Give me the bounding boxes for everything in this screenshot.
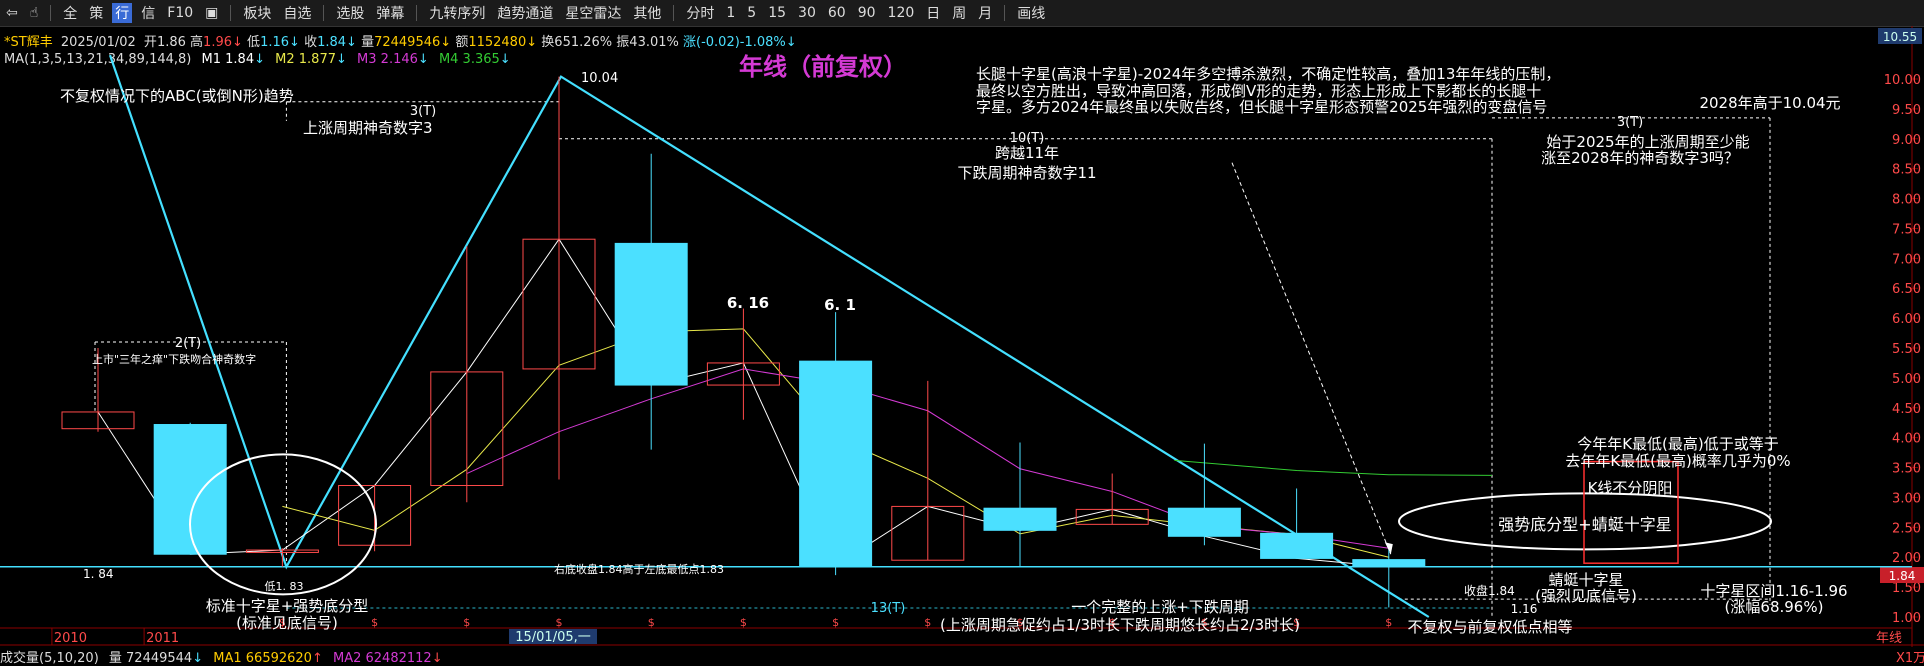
note-right-bottom: 右底收盘1.84高于左底最低点1.83 [554, 562, 724, 576]
x-axis-dollar-mark: $ [1385, 616, 1392, 629]
y-tick-label: 8.50 [1892, 163, 1921, 178]
candle-body [799, 360, 873, 567]
note-1-16: 1.16 [1511, 602, 1538, 616]
volume-indicator-line: 成交量(5,10,20) 量 72449544↓ MA1 66592620↑ M… [0, 651, 443, 666]
note-cross-star-1: 标准十字星+强势底分型 [206, 597, 369, 615]
note-6-1: 6. 1 [824, 296, 856, 314]
y-tick-label: 9.50 [1892, 103, 1921, 118]
note-abc-trend: 不复权情况下的ABC(或倒N形)趋势 [60, 87, 294, 105]
volume-indicator-label[interactable]: 成交量(5,10,20) [0, 651, 99, 666]
current-price-label: 1.84 [1889, 569, 1916, 583]
volume-indicator-ma2: MA2 62482112 [333, 651, 432, 666]
y-tick-label: 1.50 [1892, 581, 1921, 596]
note-down-cycle-11: 下跌周期神奇数字11 [957, 164, 1096, 182]
note-three-year: 上市"三年之痒"下跌吻合神奇数字 [92, 352, 256, 366]
x-axis-dollar-mark: $ [371, 616, 378, 629]
x-axis-label: 2011 [146, 631, 179, 646]
note-2028: 2028年高于10.04元 [1699, 94, 1840, 112]
note-cross-star-2: (标准见底信号) [236, 614, 338, 632]
volume-indicator-ma1: MA1 66592620 [213, 651, 312, 666]
y-tick-label: 7.50 [1892, 222, 1921, 237]
y-tick-label: 2.00 [1892, 551, 1921, 566]
note-long-leg-1: 长腿十字星(高浪十字星)-2024年多空搏杀激烈，不确定性较高，叠加13年年线的… [976, 65, 1560, 83]
y-top-label: 10.55 [1883, 30, 1917, 44]
y-tick-label: 4.50 [1892, 402, 1921, 417]
note-high-1004: 10.04 [581, 71, 618, 86]
note-2t: 2(T) [175, 336, 201, 351]
note-prob-1: 今年年K最低(最高)低于或等于 [1577, 435, 1779, 453]
candle-body [614, 242, 688, 386]
note-span-11: 跨越11年 [995, 144, 1059, 162]
volume-indicator-vol: 量 72449544 [108, 651, 193, 666]
note-13t: 13(T) [871, 601, 906, 616]
ma-line-M4 [1174, 459, 1493, 476]
y-tick-label: 3.50 [1892, 462, 1921, 477]
note-dragonfly-2: (强烈见底信号) [1535, 587, 1637, 605]
note-1-84: 1. 84 [83, 567, 114, 581]
note-3t-b: 3(T) [1617, 115, 1643, 130]
candle-body [1260, 532, 1334, 559]
x-axis-dollar-mark: $ [556, 616, 563, 629]
candle-body [1167, 507, 1241, 537]
note-full-cycle-1: 一个完整的上涨+下跌周期 [1071, 598, 1249, 616]
x-axis-dollar-mark: $ [463, 616, 470, 629]
annotation-arrow-line [1231, 162, 1392, 555]
x-axis-dollar-mark: $ [832, 616, 839, 629]
chart-title: 年线（前复权） [739, 53, 907, 81]
note-low-1-83: 低1. 83 [265, 580, 304, 593]
y-tick-label: 5.00 [1892, 372, 1921, 387]
cursor-date-label: 15/01/05,一 [515, 630, 591, 645]
note-6-16: 6. 16 [727, 294, 769, 312]
y-tick-label: 9.00 [1892, 133, 1921, 148]
candle-body [983, 507, 1057, 531]
note-up-cycle-3: 上涨周期神奇数字3 [303, 119, 433, 137]
note-no-yinyang: K线不分阴阳 [1588, 479, 1673, 497]
note-close-1-84: 收盘1.84 [1464, 583, 1515, 598]
note-full-cycle-2: (上涨周期急促约占1/3时长下跌周期悠长约占2/3时长) [940, 616, 1300, 634]
note-prob-2: 去年年K最低(最高)概率几乎为0% [1565, 452, 1790, 470]
period-label: 年线 [1876, 631, 1902, 646]
note-range-2: (涨幅68.96%) [1725, 598, 1824, 616]
note-strong-bottom: 强势底分型+蜻蜓十字星 [1498, 515, 1671, 534]
y-tick-label: 7.00 [1892, 252, 1921, 267]
y-tick-label: 2.50 [1892, 521, 1921, 536]
note-long-leg-3: 字星。多方2024年最终虽以失败告终，但长腿十字星形态预警2025年强烈的变盘信… [976, 98, 1547, 116]
y-tick-label: 1.00 [1892, 611, 1921, 626]
y-tick-label: 8.00 [1892, 193, 1921, 208]
y-tick-label: 6.00 [1892, 312, 1921, 327]
candle-body [1352, 559, 1426, 568]
note-same-low: 不复权与前复权低点相等 [1407, 618, 1572, 636]
x-axis-dollar-mark: $ [648, 616, 655, 629]
y-tick-label: 3.00 [1892, 491, 1921, 506]
yearly-candlestick-chart[interactable]: 1.00 1.50 2.00 2.50 3.00 3.50 4.00 4.50 5.00 5.50… [0, 0, 1924, 665]
note-3t-a: 3(T) [410, 104, 436, 119]
x-axis-dollar-mark: $ [924, 616, 931, 629]
note-to-2028: 涨至2028年的神奇数字3吗？ [1541, 149, 1739, 167]
x-axis-dollar-mark: $ [740, 616, 747, 629]
y-tick-label: 4.00 [1892, 432, 1921, 447]
y-tick-label: 6.50 [1892, 282, 1921, 297]
y-tick-label: 10.00 [1884, 73, 1921, 88]
y-tick-label: 5.50 [1892, 342, 1921, 357]
x-axis-label: 2010 [54, 631, 87, 646]
